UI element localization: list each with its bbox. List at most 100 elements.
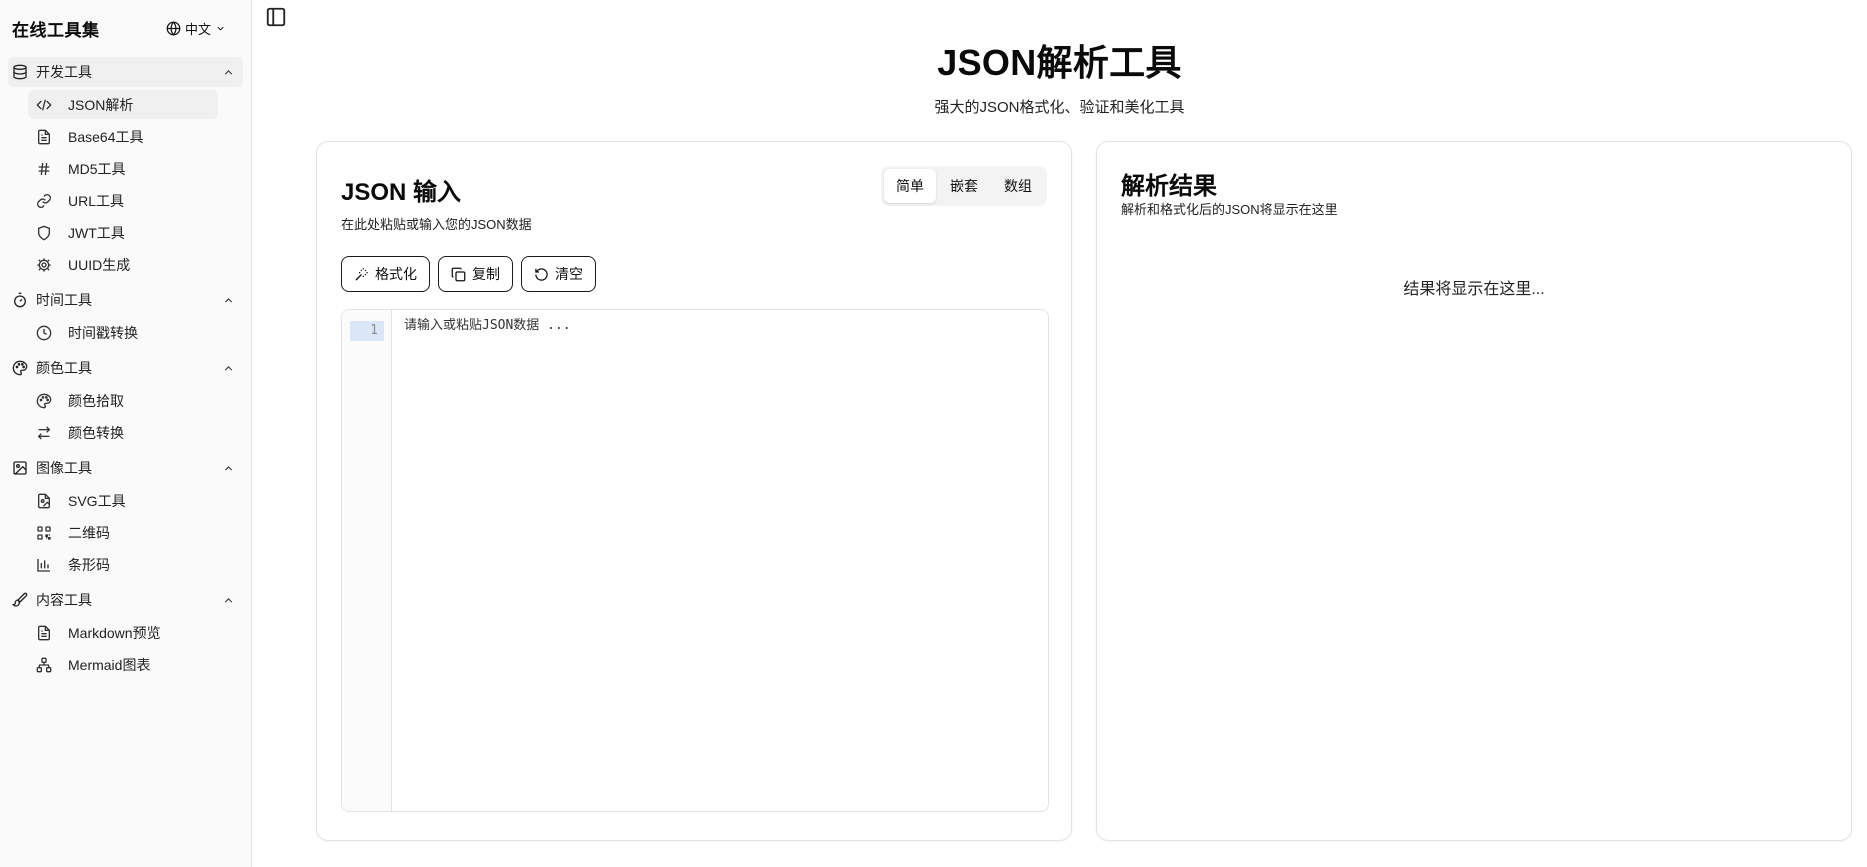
sidebar-item-qrcode[interactable]: 二维码 — [28, 518, 218, 547]
clear-button[interactable]: 清空 — [521, 256, 596, 292]
sidebar-item-uuid[interactable]: UUID生成 — [28, 250, 218, 279]
format-button[interactable]: 格式化 — [341, 256, 430, 292]
sidebar-item-label: UUID生成 — [68, 256, 131, 273]
nav-group-label: 内容工具 — [36, 592, 92, 608]
clear-button-label: 清空 — [555, 266, 583, 282]
sidebar: 在线工具集 中文 开发工具 JSON解析 Base64工具 MD5工具 URL工… — [0, 0, 252, 867]
image-file-icon — [13, 461, 27, 475]
nav-group-time: 时间工具 时间戳转换 — [8, 285, 243, 347]
result-placeholder: 结果将显示在这里... — [1403, 281, 1545, 298]
sidebar-item-label: MD5工具 — [68, 160, 126, 177]
sidebar-item-label: Base64工具 — [68, 128, 144, 145]
clock-icon — [36, 325, 52, 340]
sidebar-item-label: Mermaid图表 — [68, 656, 151, 673]
shield-icon — [38, 225, 50, 240]
example-selector: 简单 嵌套 数组 — [881, 166, 1047, 206]
editor-code-area — [392, 310, 1048, 811]
nav-group-color-header[interactable]: 颜色工具 — [8, 353, 243, 383]
editor-gutter: 1 — [342, 310, 392, 811]
sidebar-nav: 开发工具 JSON解析 Base64工具 MD5工具 URL工具 JWT工具 U… — [0, 57, 251, 679]
code-icon — [36, 99, 52, 110]
sidebar-item-label: 二维码 — [68, 524, 110, 541]
hash-icon — [38, 162, 50, 175]
line-number: 1 — [350, 321, 384, 341]
page-title: JSON解析工具 — [937, 42, 1182, 83]
nav-group-items: 时间戳转换 — [28, 318, 243, 347]
result-card-title: 解析结果 — [1121, 173, 1217, 200]
sidebar-item-color-convert[interactable]: 颜色转换 — [28, 418, 218, 447]
gear-icon — [37, 257, 51, 272]
sidebar-item-base64[interactable]: Base64工具 — [28, 122, 218, 151]
sidebar-item-jwt[interactable]: JWT工具 — [28, 218, 218, 247]
sidebar-item-barcode[interactable]: 条形码 — [28, 550, 218, 579]
sidebar-item-label: SVG工具 — [68, 492, 126, 509]
nav-group-content-header[interactable]: 内容工具 — [8, 585, 243, 615]
palette-icon — [36, 393, 52, 408]
result-card-subtitle: 解析和格式化后的JSON将显示在这里 — [1121, 202, 1338, 217]
rotate-ccw-icon — [535, 267, 548, 281]
json-input[interactable] — [404, 318, 1004, 333]
bar-chart-icon — [37, 558, 50, 572]
language-label: 中文 — [184, 21, 211, 37]
sidebar-item-timestamp[interactable]: 时间戳转换 — [28, 318, 218, 347]
chevron-up-icon — [224, 297, 233, 303]
brush-icon — [12, 592, 28, 607]
nav-group-color: 颜色工具 颜色拾取 颜色转换 — [8, 353, 243, 447]
sidebar-item-color-picker[interactable]: 颜色拾取 — [28, 386, 218, 415]
sidebar-item-md5[interactable]: MD5工具 — [28, 154, 218, 183]
timer-icon — [14, 292, 26, 308]
file-image-icon — [38, 493, 50, 508]
nav-group-items: 颜色拾取 颜色转换 — [28, 386, 243, 447]
chevron-down-icon — [217, 26, 224, 31]
nav-group-label: 开发工具 — [36, 64, 92, 80]
sidebar-item-label: 时间戳转换 — [68, 324, 138, 341]
file-text-icon — [38, 129, 50, 144]
json-input-card: JSON 输入 在此处粘贴或输入您的JSON数据 简单 嵌套 数组 格式化 复制… — [316, 141, 1072, 841]
nav-group-label: 颜色工具 — [36, 360, 92, 376]
input-card-subtitle: 在此处粘贴或输入您的JSON数据 — [341, 217, 532, 232]
nav-group-content: 内容工具 Markdown预览 Mermaid图表 — [8, 585, 243, 679]
network-icon — [36, 657, 52, 672]
example-nested-tab[interactable]: 嵌套 — [938, 169, 990, 203]
nav-group-items: SVG工具 二维码 条形码 — [28, 486, 243, 579]
sidebar-item-markdown[interactable]: Markdown预览 — [28, 618, 218, 647]
example-simple-tab[interactable]: 简单 — [884, 169, 936, 203]
action-toolbar: 格式化 复制 清空 — [341, 256, 596, 292]
panel-left-icon — [266, 7, 286, 27]
chevron-up-icon — [224, 365, 233, 371]
magic-wand-icon — [355, 267, 368, 281]
page-header: JSON解析工具 强大的JSON格式化、验证和美化工具 — [252, 34, 1867, 117]
palette-icon — [12, 360, 28, 376]
qr-code-icon — [37, 525, 51, 540]
sidebar-header: 在线工具集 中文 — [0, 0, 251, 56]
sidebar-toggle-button[interactable] — [265, 6, 287, 28]
nav-group-image-header[interactable]: 图像工具 — [8, 453, 243, 483]
chevron-up-icon — [224, 69, 233, 75]
arrows-swap-icon — [37, 426, 51, 439]
nav-group-dev-header[interactable]: 开发工具 — [8, 57, 243, 87]
page-subtitle: 强大的JSON格式化、验证和美化工具 — [934, 99, 1185, 116]
app-title: 在线工具集 — [12, 20, 100, 40]
chevron-up-icon — [224, 597, 233, 603]
nav-group-items: Markdown预览 Mermaid图表 — [28, 618, 243, 679]
input-card-title: JSON 输入 — [341, 179, 462, 206]
nav-group-time-header[interactable]: 时间工具 — [8, 285, 243, 315]
sidebar-item-label: JWT工具 — [68, 224, 125, 241]
copy-icon — [451, 267, 466, 281]
language-switcher[interactable]: 中文 — [166, 19, 226, 38]
sidebar-item-label: JSON解析 — [68, 96, 134, 113]
nav-group-label: 图像工具 — [36, 460, 92, 476]
sidebar-item-mermaid[interactable]: Mermaid图表 — [28, 650, 218, 679]
nav-group-label: 时间工具 — [36, 292, 92, 308]
globe-icon — [166, 21, 181, 36]
copy-button-label: 复制 — [472, 266, 500, 282]
copy-button[interactable]: 复制 — [438, 256, 513, 292]
sidebar-item-label: Markdown预览 — [68, 624, 161, 641]
sidebar-item-svg[interactable]: SVG工具 — [28, 486, 218, 515]
sidebar-item-label: URL工具 — [68, 192, 125, 209]
sidebar-item-label: 颜色拾取 — [68, 392, 124, 409]
example-array-tab[interactable]: 数组 — [992, 169, 1044, 203]
sidebar-item-json[interactable]: JSON解析 — [28, 90, 218, 119]
sidebar-item-url[interactable]: URL工具 — [28, 186, 218, 215]
file-text-icon — [38, 625, 50, 640]
